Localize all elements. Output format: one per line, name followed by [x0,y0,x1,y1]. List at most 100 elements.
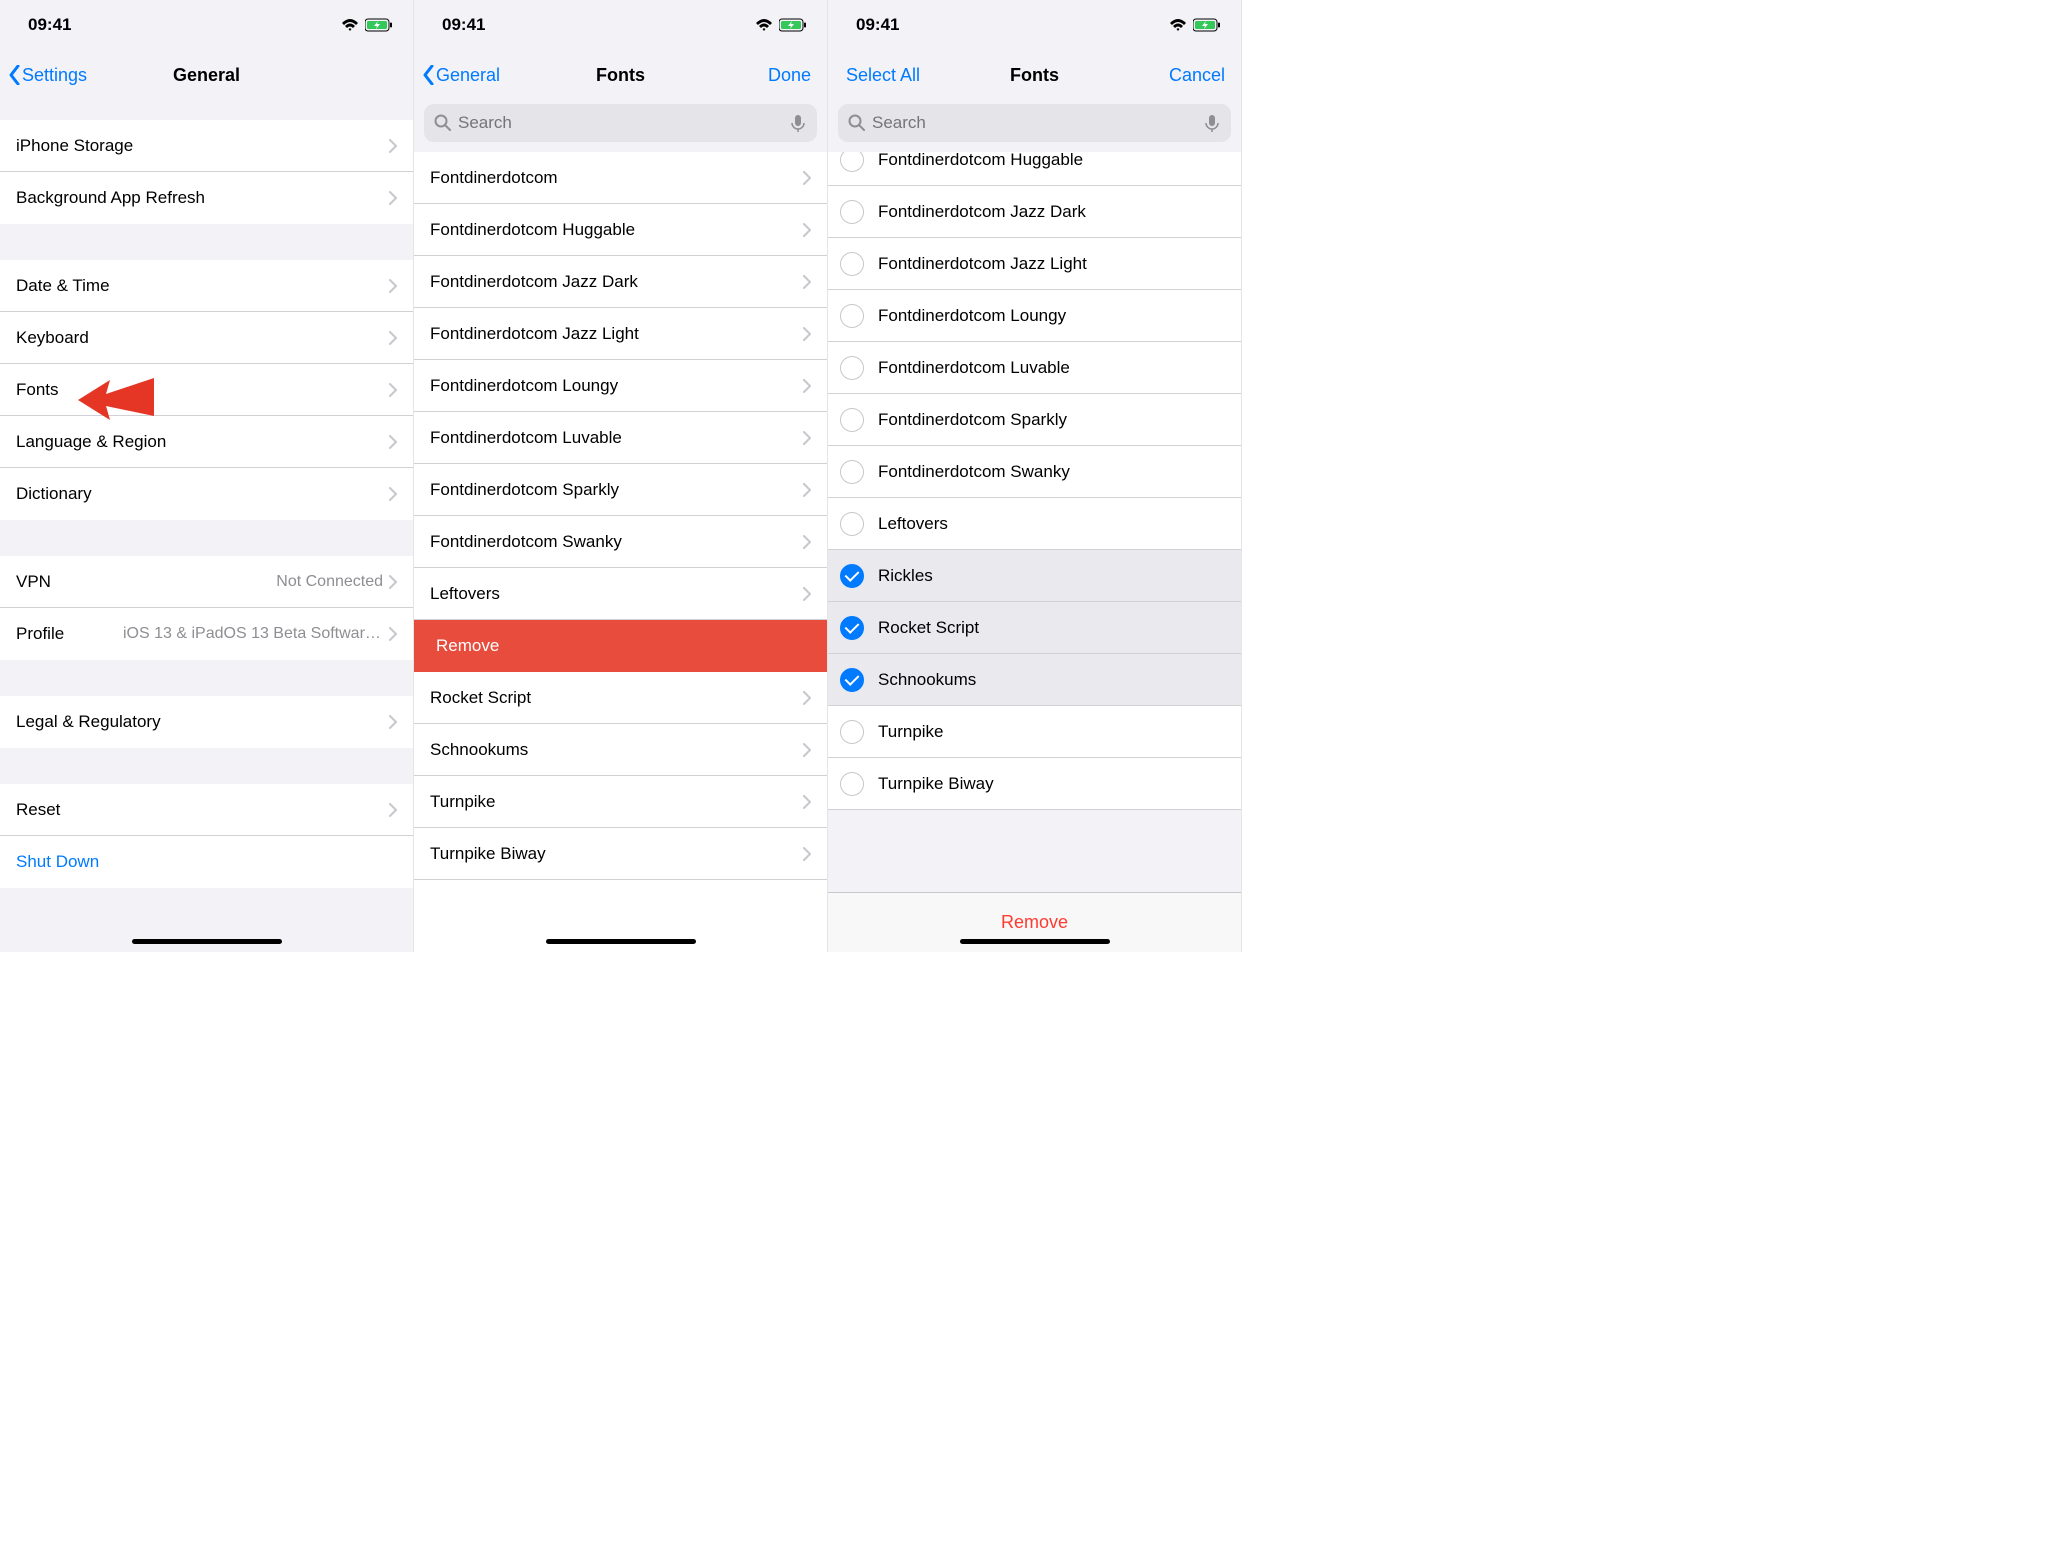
chevron-right-icon [803,379,811,393]
selection-circle[interactable] [840,408,864,432]
settings-row[interactable]: Legal & Regulatory [0,696,413,748]
selection-circle[interactable] [840,772,864,796]
selection-circle[interactable] [840,512,864,536]
search-input[interactable] [458,113,783,133]
font-row[interactable]: Fontdinerdotcom Sparkly [414,464,827,516]
font-row[interactable]: Fontdinerdotcom [414,152,827,204]
font-name: Turnpike Biway [430,844,803,864]
row-label: Reset [16,800,389,820]
row-label: Fonts [16,380,389,400]
font-select-row[interactable]: Fontdinerdotcom Luvable [828,342,1241,394]
selection-circle[interactable] [840,304,864,328]
status-bar: 09:41 [414,0,827,50]
chevron-right-icon [389,191,397,205]
font-select-row[interactable]: Fontdinerdotcom Sparkly [828,394,1241,446]
selection-circle[interactable] [840,720,864,744]
status-time: 09:41 [28,15,71,35]
selection-circle[interactable] [840,564,864,588]
font-name: Schnookums [878,670,1225,690]
font-row[interactable]: Fontdinerdotcom Jazz Dark [414,256,827,308]
selection-circle[interactable] [840,460,864,484]
selection-circle[interactable] [840,200,864,224]
chevron-right-icon [803,847,811,861]
font-select-row[interactable]: Fontdinerdotcom Loungy [828,290,1241,342]
selection-circle[interactable] [840,252,864,276]
selection-circle[interactable] [840,616,864,640]
font-name: Fontdinerdotcom [430,168,803,188]
settings-row[interactable]: VPNNot Connected [0,556,413,608]
selection-circle[interactable] [840,152,864,172]
selection-circle[interactable] [840,356,864,380]
back-button[interactable]: General [422,65,522,86]
row-label: Profile [16,624,123,644]
settings-row[interactable]: Dictionary [0,468,413,520]
screen-fonts-list: 09:41 General Fonts Done Fontdinerdotcom… [414,0,828,952]
font-row[interactable]: Fontdinerdotcom Swanky [414,516,827,568]
fonts-list[interactable]: FontdinerdotcomFontdinerdotcom HuggableF… [414,152,827,952]
settings-row[interactable]: iPhone Storage [0,120,413,172]
font-row[interactable]: Rocket Script [414,672,827,724]
chevron-right-icon [389,803,397,817]
chevron-right-icon [803,743,811,757]
settings-row[interactable]: Shut Down [0,836,413,888]
chevron-left-icon [422,65,434,85]
search-field[interactable] [424,104,817,142]
chevron-right-icon [389,487,397,501]
font-name: Fontdinerdotcom Loungy [878,306,1225,326]
status-time: 09:41 [442,15,485,35]
font-select-row[interactable]: Rickles [828,550,1241,602]
font-select-row[interactable]: Fontdinerdotcom Swanky [828,446,1241,498]
font-name: Fontdinerdotcom Jazz Dark [878,202,1225,222]
settings-row[interactable]: Reset [0,784,413,836]
cancel-button[interactable]: Cancel [1133,65,1233,86]
font-row[interactable]: Turnpike [414,776,827,828]
settings-row[interactable]: Background App Refresh [0,172,413,224]
screen-fonts-edit: 09:41 Select All Fonts Cancel Fontdinerd… [828,0,1242,952]
settings-row[interactable]: Fonts [0,364,413,416]
font-select-row[interactable]: Leftovers [828,498,1241,550]
home-indicator[interactable] [546,939,696,944]
font-row[interactable]: Fontdinerdotcom Jazz Light [414,308,827,360]
general-list[interactable]: iPhone Storage Background App Refresh Date… [0,100,413,952]
chevron-right-icon [389,383,397,397]
font-select-row[interactable]: Turnpike Biway [828,758,1241,810]
home-indicator[interactable] [960,939,1110,944]
settings-row[interactable]: ProfileiOS 13 & iPadOS 13 Beta Software … [0,608,413,660]
home-indicator[interactable] [132,939,282,944]
swipe-remove-button[interactable]: Remove [414,620,827,672]
selection-circle[interactable] [840,668,864,692]
back-label: Settings [22,65,87,86]
row-label: iPhone Storage [16,136,389,156]
search-input[interactable] [872,113,1197,133]
font-select-row[interactable]: Fontdinerdotcom Huggable [828,152,1241,186]
chevron-right-icon [803,587,811,601]
font-select-row[interactable]: Schnookums [828,654,1241,706]
settings-row[interactable]: Keyboard [0,312,413,364]
mic-icon[interactable] [1203,114,1221,132]
font-row[interactable]: Fontdinerdotcom Loungy [414,360,827,412]
font-select-row[interactable]: Fontdinerdotcom Jazz Dark [828,186,1241,238]
font-row[interactable]: Fontdinerdotcom Huggable [414,204,827,256]
font-name: Turnpike Biway [878,774,1225,794]
nav-bar: Select All Fonts Cancel [828,50,1241,100]
row-label: Shut Down [16,852,397,872]
search-field[interactable] [838,104,1231,142]
done-button[interactable]: Done [719,65,819,86]
search-icon [848,114,866,132]
row-label: Legal & Regulatory [16,712,389,732]
font-select-row[interactable]: Rocket Script [828,602,1241,654]
back-button[interactable]: Settings [8,65,108,86]
font-row[interactable]: Turnpike Biway [414,828,827,880]
font-row[interactable]: Leftovers [414,568,827,620]
battery-icon [365,18,393,32]
font-select-row[interactable]: Fontdinerdotcom Jazz Light [828,238,1241,290]
nav-bar: Settings General [0,50,413,100]
font-select-row[interactable]: Turnpike [828,706,1241,758]
fonts-edit-list[interactable]: Fontdinerdotcom Huggable Fontdinerdotcom … [828,152,1241,952]
select-all-button[interactable]: Select All [836,65,936,86]
settings-row[interactable]: Language & Region [0,416,413,468]
font-row[interactable]: Fontdinerdotcom Luvable [414,412,827,464]
mic-icon[interactable] [789,114,807,132]
settings-row[interactable]: Date & Time [0,260,413,312]
font-row[interactable]: Schnookums [414,724,827,776]
